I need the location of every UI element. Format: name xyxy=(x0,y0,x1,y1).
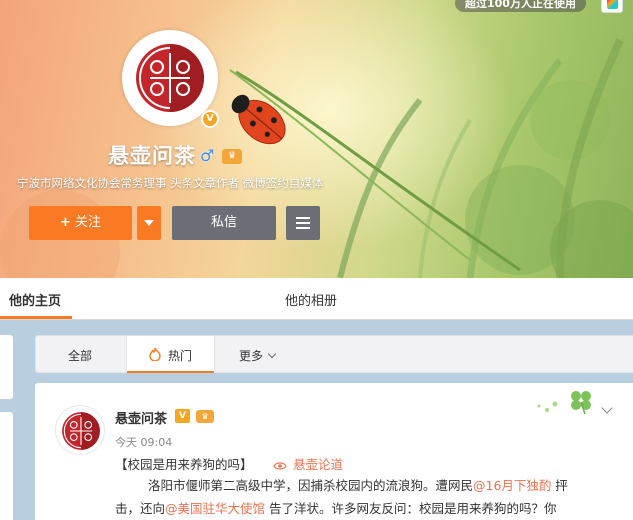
post-text-line: 击，还向@美国驻华大使馆 告了洋状。许多网友反问：校园是用来养狗的吗？你 xyxy=(115,499,557,519)
filter-active-indicator xyxy=(127,371,214,373)
post-text-line: 洛阳市偃师第二高级中学，因捕杀校园内的流浪狗。遭网民@16月下独酌 抨 xyxy=(148,476,568,496)
follow-dropdown-button[interactable] xyxy=(137,206,161,240)
filter-hot-label: 热门 xyxy=(168,349,193,363)
profile-tab-bar: 他的主页 他的相册 xyxy=(0,278,633,320)
caret-down-icon xyxy=(144,219,154,226)
usage-count-badge: 超过100万人正在使用 xyxy=(455,0,586,12)
avatar-seal-art xyxy=(56,406,104,454)
post-tag-link[interactable]: 悬壶论道 xyxy=(273,454,343,473)
avatar-seal-art xyxy=(125,33,215,123)
post-text: 抨 xyxy=(551,478,568,493)
verified-badge-icon: V xyxy=(201,110,219,128)
filter-all[interactable]: 全部 xyxy=(68,347,92,364)
left-sidebar-card xyxy=(0,335,13,399)
post-timestamp[interactable]: 今天 09:04 xyxy=(115,434,172,450)
post-author-name[interactable]: 悬壶问茶 xyxy=(115,408,167,427)
post-menu-chevron-icon[interactable] xyxy=(601,402,613,414)
feed-post-card: 悬壶问茶 V ♛ 今天 09:04 【校园是用来养狗的吗】 悬壶论道 洛阳市偃师… xyxy=(35,383,633,520)
filter-more[interactable]: 更多 xyxy=(239,347,277,364)
eye-icon xyxy=(273,462,287,470)
profile-bio: 宁波市网络文化协会常务理事 头条文章作者 微博签约自媒体 xyxy=(17,176,324,190)
follow-label: 关注 xyxy=(74,215,101,230)
mention-link[interactable]: @美国驻华大使馆 xyxy=(165,501,265,516)
message-label: 私信 xyxy=(210,215,237,230)
post-text: 洛阳市偃师第二高级中学，因捕杀校园内的流浪狗。遭网民 xyxy=(148,478,474,493)
tab-album[interactable]: 他的相册 xyxy=(285,290,337,309)
profile-name: 悬壶问茶 xyxy=(108,144,196,168)
male-gender-icon: ♂ xyxy=(200,146,215,165)
member-crown-icon[interactable]: ♛ xyxy=(222,149,242,164)
tab-home[interactable]: 他的主页 xyxy=(9,290,61,309)
ladybug-illustration xyxy=(231,94,286,145)
app-logo-icon[interactable] xyxy=(601,0,623,13)
profile-cover: 超过100万人正在使用 V 悬壶问茶 ♂ ♛ 宁波市网络文化协会常务理事 头条文… xyxy=(0,0,633,278)
filter-hot[interactable]: 热门 xyxy=(126,336,215,373)
feed-filter-bar: 全部 热门 更多 xyxy=(35,335,633,373)
fire-icon xyxy=(149,347,161,361)
follow-button[interactable]: + 关注 xyxy=(29,206,132,240)
filter-more-label: 更多 xyxy=(239,349,264,363)
more-menu-button[interactable] xyxy=(286,206,320,240)
left-sidebar-card xyxy=(0,412,13,520)
post-text: 击，还向 xyxy=(115,501,166,516)
post-author-avatar[interactable] xyxy=(55,405,105,455)
post-topic-title: 【校园是用来养狗的吗】 xyxy=(115,457,253,472)
clover-icon xyxy=(537,391,591,415)
post-tag-label: 悬壶论道 xyxy=(293,457,344,472)
verified-badge-icon: V xyxy=(175,409,190,423)
message-button[interactable]: 私信 xyxy=(172,206,276,240)
plus-icon: + xyxy=(60,215,71,230)
chevron-down-icon xyxy=(267,349,277,359)
post-text: 告了洋状。许多网友反问：校园是用来养狗的吗？你 xyxy=(265,501,557,516)
tab-active-indicator xyxy=(0,316,72,319)
member-crown-icon[interactable]: ♛ xyxy=(196,410,214,423)
mention-link[interactable]: @16月下独酌 xyxy=(473,478,551,493)
